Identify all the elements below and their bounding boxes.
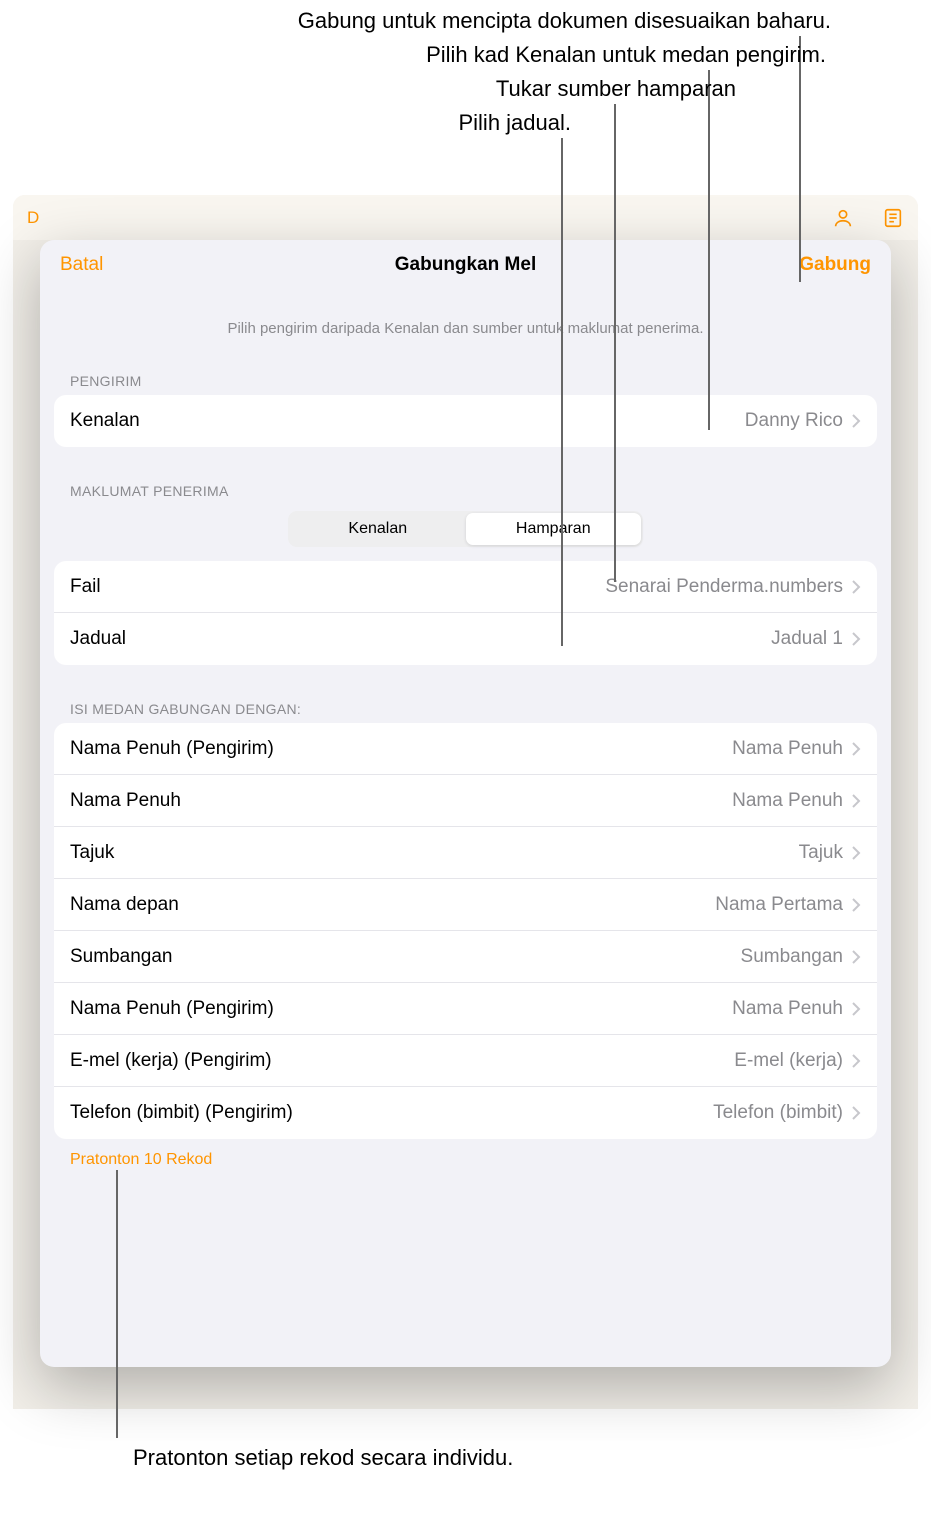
recipient-source-segment[interactable]: Kenalan Hamparan bbox=[288, 511, 643, 547]
chevron-right-icon bbox=[851, 845, 861, 861]
field-value: Nama Penuh bbox=[732, 738, 843, 760]
mail-merge-modal: Batal Gabungkan Mel Gabung Pilih pengiri… bbox=[40, 240, 891, 1367]
field-label: Tajuk bbox=[70, 842, 114, 864]
chevron-right-icon bbox=[851, 413, 861, 429]
collab-icon bbox=[832, 207, 854, 229]
field-value: Nama Penuh bbox=[732, 790, 843, 812]
section-label-sender: PENGIRIM bbox=[54, 363, 877, 395]
field-mapping-row[interactable]: Nama Penuh (Pengirim) Nama Penuh bbox=[54, 723, 877, 775]
field-value: Tajuk bbox=[799, 842, 843, 864]
field-mapping-row[interactable]: Sumbangan Sumbangan bbox=[54, 931, 877, 983]
table-value: Jadual 1 bbox=[771, 628, 843, 650]
sender-contact-label: Kenalan bbox=[70, 410, 140, 432]
field-mapping-row[interactable]: Tajuk Tajuk bbox=[54, 827, 877, 879]
field-mapping-row[interactable]: Nama Penuh (Pengirim) Nama Penuh bbox=[54, 983, 877, 1035]
field-mapping-row[interactable]: Telefon (bimbit) (Pengirim) Telefon (bimb… bbox=[54, 1087, 877, 1139]
app-toolbar: D bbox=[13, 195, 918, 240]
chevron-right-icon bbox=[851, 1053, 861, 1069]
chevron-right-icon bbox=[851, 1001, 861, 1017]
field-value: Nama Pertama bbox=[715, 894, 843, 916]
chevron-right-icon bbox=[851, 631, 861, 647]
field-value: Sumbangan bbox=[741, 946, 843, 968]
segment-contacts[interactable]: Kenalan bbox=[290, 513, 466, 545]
modal-title: Gabungkan Mel bbox=[40, 254, 891, 276]
section-label-recipient: MAKLUMAT PENERIMA bbox=[54, 473, 877, 505]
field-label: E-mel (kerja) (Pengirim) bbox=[70, 1050, 272, 1072]
merge-button[interactable]: Gabung bbox=[799, 254, 871, 276]
field-label: Nama depan bbox=[70, 894, 179, 916]
file-value: Senarai Penderma.numbers bbox=[605, 576, 843, 598]
field-value: Telefon (bimbit) bbox=[713, 1102, 843, 1124]
chevron-right-icon bbox=[851, 897, 861, 913]
callout-line bbox=[614, 104, 616, 582]
field-label: Telefon (bimbit) (Pengirim) bbox=[70, 1102, 293, 1124]
preview-records-link[interactable]: Pratonton 10 Rekod bbox=[54, 1139, 877, 1181]
recipient-source-segment-wrap: Kenalan Hamparan bbox=[54, 505, 877, 561]
field-value: E-mel (kerja) bbox=[734, 1050, 843, 1072]
field-mapping-row[interactable]: E-mel (kerja) (Pengirim) E-mel (kerja) bbox=[54, 1035, 877, 1087]
toolbar-back-letter: D bbox=[27, 208, 39, 228]
callout-preview: Pratonton setiap rekod secara individu. bbox=[133, 1445, 513, 1471]
table-row[interactable]: Jadual Jadual 1 bbox=[54, 613, 877, 665]
table-label: Jadual bbox=[70, 628, 126, 650]
callout-group-top: Gabung untuk mencipta dokumen disesuaika… bbox=[0, 0, 931, 140]
file-row[interactable]: Fail Senarai Penderma.numbers bbox=[54, 561, 877, 613]
callout-spreadsheet-source: Tukar sumber hamparan bbox=[0, 72, 931, 106]
sender-group: Kenalan Danny Rico bbox=[54, 395, 877, 447]
chevron-right-icon bbox=[851, 579, 861, 595]
callout-table: Pilih jadual. bbox=[0, 106, 931, 140]
field-mapping-row[interactable]: Nama Penuh Nama Penuh bbox=[54, 775, 877, 827]
chevron-right-icon bbox=[851, 793, 861, 809]
toolbar-icons bbox=[832, 207, 904, 229]
callout-merge: Gabung untuk mencipta dokumen disesuaika… bbox=[0, 4, 931, 38]
callout-sender-card: Pilih kad Kenalan untuk medan pengirim. bbox=[0, 38, 931, 72]
field-label: Nama Penuh (Pengirim) bbox=[70, 998, 274, 1020]
callout-line bbox=[116, 1170, 118, 1438]
chevron-right-icon bbox=[851, 1105, 861, 1121]
note-icon bbox=[882, 207, 904, 229]
modal-header: Batal Gabungkan Mel Gabung bbox=[40, 240, 891, 290]
sender-contact-value: Danny Rico bbox=[745, 410, 843, 432]
field-value: Nama Penuh bbox=[732, 998, 843, 1020]
field-label: Sumbangan bbox=[70, 946, 172, 968]
fields-group: Nama Penuh (Pengirim)Nama PenuhNama Penu… bbox=[54, 723, 877, 1139]
recipient-group: Fail Senarai Penderma.numbers Jadual Jad… bbox=[54, 561, 877, 665]
chevron-right-icon bbox=[851, 949, 861, 965]
file-label: Fail bbox=[70, 576, 101, 598]
instruction-text: Pilih pengirim daripada Kenalan dan sumb… bbox=[54, 290, 877, 363]
field-mapping-row[interactable]: Nama depan Nama Pertama bbox=[54, 879, 877, 931]
field-label: Nama Penuh (Pengirim) bbox=[70, 738, 274, 760]
cancel-button[interactable]: Batal bbox=[60, 254, 103, 276]
modal-body: Pilih pengirim daripada Kenalan dan sumb… bbox=[40, 290, 891, 1367]
callout-line bbox=[561, 138, 563, 646]
field-label: Nama Penuh bbox=[70, 790, 181, 812]
section-label-fields: ISI MEDAN GABUNGAN DENGAN: bbox=[54, 691, 877, 723]
sender-contact-row[interactable]: Kenalan Danny Rico bbox=[54, 395, 877, 447]
chevron-right-icon bbox=[851, 741, 861, 757]
